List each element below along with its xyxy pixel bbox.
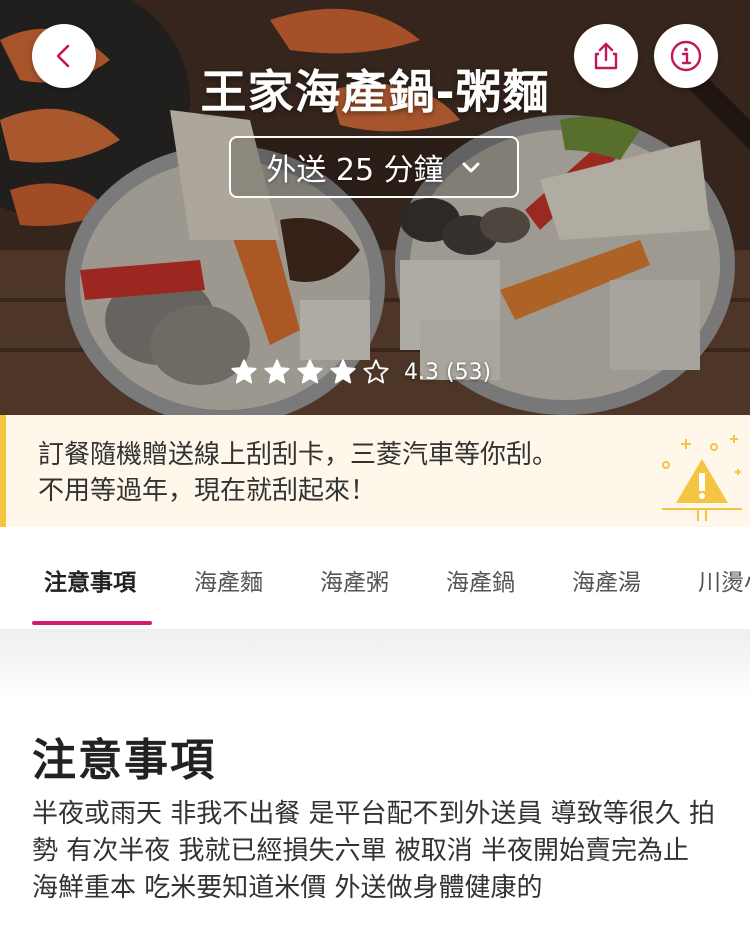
star-empty-icon — [362, 358, 390, 386]
warning-triangle-icon — [662, 435, 742, 521]
tabs-shadow — [0, 629, 750, 699]
tab-seafood-soup[interactable]: 海產湯 — [572, 563, 641, 597]
tab-seafood-congee[interactable]: 海產粥 — [320, 563, 389, 597]
promo-text: 訂餐隨機贈送線上刮刮卡，三菱汽車等你刮。不用等過年，現在就刮起來！ — [38, 440, 559, 506]
hero-banner: 王家海產鍋-粥麵 外送 25 分鐘 4.3 (53) — [0, 0, 750, 415]
delivery-time-dropdown[interactable]: 外送 25 分鐘 — [229, 136, 519, 198]
store-name: 王家海產鍋-粥麵 — [200, 65, 550, 119]
star-filled-icon — [296, 358, 324, 386]
rating-row: 4.3 (53) — [230, 358, 491, 386]
tab-seafood-hotpot[interactable]: 海產鍋 — [446, 563, 515, 597]
active-tab-indicator — [32, 621, 152, 625]
star-filled-icon — [329, 358, 357, 386]
chevron-down-icon — [460, 156, 482, 178]
star-filled-icon — [230, 358, 258, 386]
tab-notice[interactable]: 注意事項 — [44, 563, 136, 597]
delivery-time-label: 外送 25 分鐘 — [266, 153, 444, 188]
promo-banner[interactable]: 訂餐隨機贈送線上刮刮卡，三菱汽車等你刮。不用等過年，現在就刮起來！ — [0, 415, 750, 527]
rating-text: 4.3 (53) — [404, 359, 492, 385]
category-tabs: 注意事項 海產麵 海產粥 海產鍋 海產湯 川燙小 — [0, 527, 750, 629]
star-filled-icon — [263, 358, 291, 386]
section-body: 半夜或雨天 非我不出餐 是平台配不到外送員 導致等很久 拍勢 有次半夜 我就已經… — [32, 799, 716, 903]
restaurant-page: 王家海產鍋-粥麵 外送 25 分鐘 4.3 (53) 訂餐隨機贈送線上刮刮卡，三… — [0, 0, 750, 937]
section-title: 注意事項 — [32, 735, 216, 786]
tab-seafood-noodles[interactable]: 海產麵 — [194, 563, 263, 597]
tab-blanched[interactable]: 川燙小 — [698, 563, 750, 597]
rating-stars — [230, 358, 390, 386]
